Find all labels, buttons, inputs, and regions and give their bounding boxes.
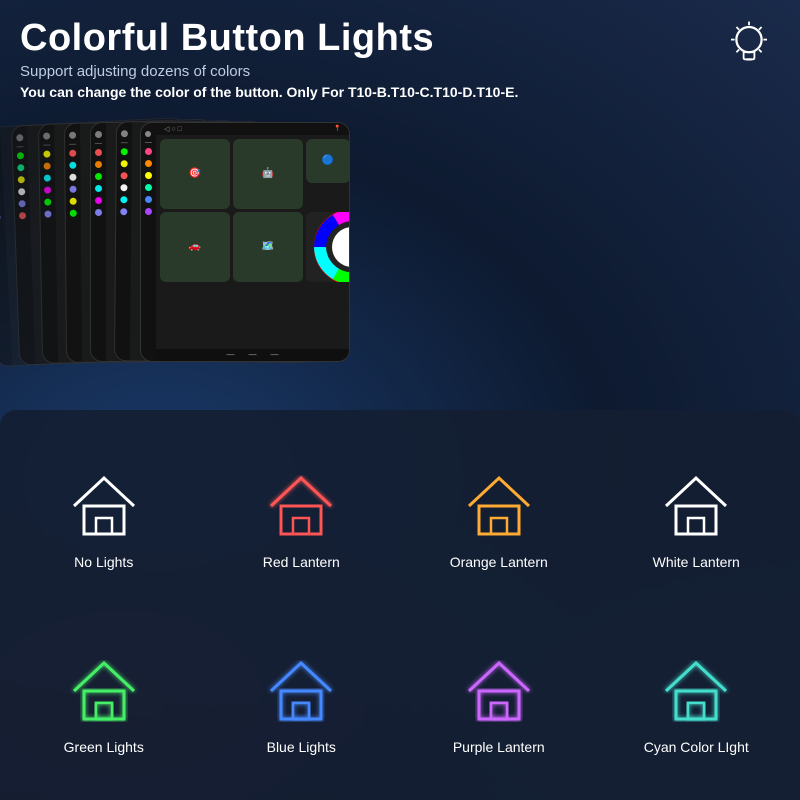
light-label-red-lantern: Red Lantern bbox=[263, 554, 340, 570]
light-item-orange-lantern: Orange Lantern bbox=[405, 430, 593, 605]
light-item-purple-lantern: Purple Lantern bbox=[405, 615, 593, 790]
house-icon-cyan-color-light bbox=[656, 651, 736, 731]
house-icon-blue-lights bbox=[261, 651, 341, 731]
house-icon-orange-lantern bbox=[459, 466, 539, 546]
light-label-green-lights: Green Lights bbox=[64, 739, 144, 755]
light-item-red-lantern: Red Lantern bbox=[208, 430, 396, 605]
house-icon-white-lantern bbox=[656, 466, 736, 546]
bulb-icon bbox=[722, 18, 776, 72]
subtitle: Support adjusting dozens of colors bbox=[20, 63, 780, 80]
device-section: ◁ ○ □ 📍 🎯 🤖 🔵 📦 🚗 🗺️ bbox=[0, 112, 800, 372]
light-label-no-lights: No Lights bbox=[74, 554, 133, 570]
light-label-blue-lights: Blue Lights bbox=[267, 739, 336, 755]
house-icon-purple-lantern bbox=[459, 651, 539, 731]
light-item-blue-lights: Blue Lights bbox=[208, 615, 396, 790]
bottom-panel: No Lights Red Lantern Orang bbox=[0, 410, 800, 800]
light-label-purple-lantern: Purple Lantern bbox=[453, 739, 545, 755]
house-icon-red-lantern bbox=[261, 466, 341, 546]
color-wheel-svg bbox=[312, 212, 351, 282]
light-label-cyan-color-light: Cyan Color LIght bbox=[644, 739, 749, 755]
light-label-orange-lantern: Orange Lantern bbox=[450, 554, 548, 570]
light-label-white-lantern: White Lantern bbox=[653, 554, 740, 570]
light-item-green-lights: Green Lights bbox=[10, 615, 198, 790]
main-title: Colorful Button Lights bbox=[20, 18, 780, 60]
device-7: ◁ ○ □ 📍 🎯 🤖 🔵 📦 🚗 🗺️ bbox=[140, 122, 350, 362]
lights-grid: No Lights Red Lantern Orang bbox=[10, 430, 790, 790]
bold-line: You can change the color of the button. … bbox=[20, 84, 780, 100]
light-item-cyan-color-light: Cyan Color LIght bbox=[603, 615, 791, 790]
house-icon-no-lights bbox=[64, 466, 144, 546]
header: Colorful Button Lights Support adjusting… bbox=[0, 0, 800, 106]
house-icon-green-lights bbox=[64, 651, 144, 731]
light-item-white-lantern: White Lantern bbox=[603, 430, 791, 605]
light-item-no-lights: No Lights bbox=[10, 430, 198, 605]
